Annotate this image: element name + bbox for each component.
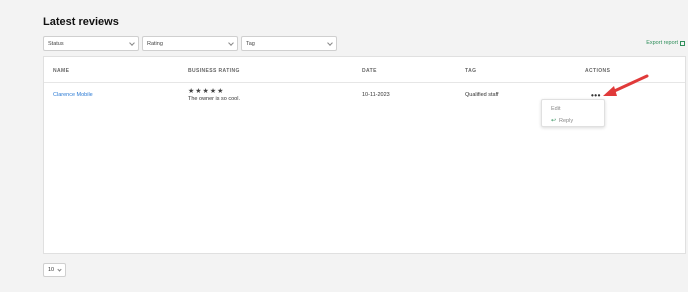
annotation-arrow-icon [603,74,649,96]
column-header-date: DATE [362,68,377,74]
rating-filter[interactable]: Rating [142,36,238,51]
page-title: Latest reviews [43,16,119,28]
tag-filter-label: Tag [246,40,255,47]
page-size-value: 10 [48,267,55,273]
review-comment: The owner is so cool. [188,96,240,102]
review-tag: Qualified staff [465,92,499,98]
status-filter-label: Status [48,40,64,47]
edit-menu-item[interactable]: Edit [551,106,560,112]
page-size-select[interactable]: 10 [43,263,66,277]
header-divider [44,82,685,83]
reviews-table: NAME BUSINESS RATING DATE TAG ACTIONS Cl… [43,56,686,254]
chevron-down-icon [228,39,234,46]
edit-label: Edit [551,106,561,112]
column-header-name: NAME [53,68,70,74]
reply-icon: ↩ [551,118,557,124]
column-header-tag: TAG [465,68,477,74]
chevron-down-icon [129,39,135,46]
chevron-down-icon [57,266,62,272]
column-header-business-rating: BUSINESS RATING [188,68,240,74]
chevron-down-icon [327,39,333,46]
export-report-link[interactable]: Export report [646,40,685,46]
rating-filter-label: Rating [147,40,163,47]
status-filter[interactable]: Status [43,36,139,51]
reply-label: Reply [559,117,574,124]
reply-menu-item[interactable]: ↩ Reply [551,117,574,125]
filter-bar: Status Rating Tag [43,36,337,51]
export-report-label: Export report [646,40,678,46]
review-date: 10-11-2023 [362,92,390,98]
external-link-icon [680,40,685,46]
reviewer-name-link[interactable]: Clarence Mobile [53,92,93,98]
star-rating: ★★★★★ [188,88,225,95]
tag-filter[interactable]: Tag [241,36,337,51]
actions-menu: Edit ↩ Reply [541,99,605,127]
